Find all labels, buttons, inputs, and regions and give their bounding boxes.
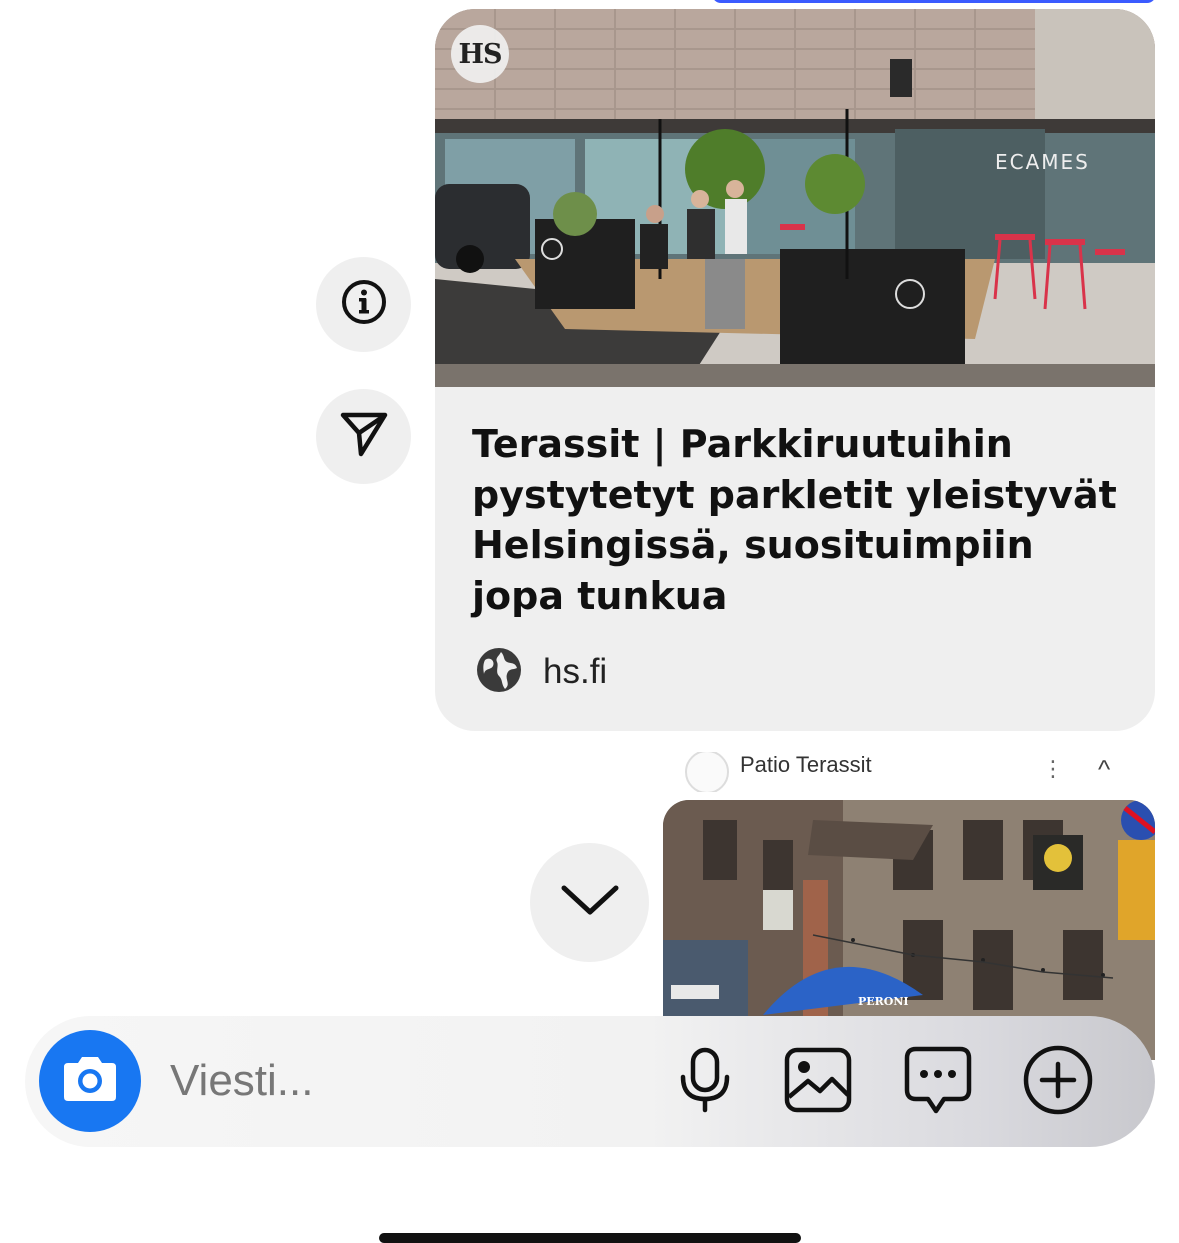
link-preview-image[interactable]: ECAMES HS	[435, 9, 1155, 387]
publisher-badge: HS	[451, 25, 509, 83]
microphone-icon	[678, 1047, 732, 1118]
message-composer	[25, 1016, 1155, 1147]
umbrella-sign: PERONI	[858, 995, 909, 1008]
info-button[interactable]	[316, 257, 411, 352]
add-button[interactable]	[1022, 1044, 1094, 1121]
scroll-to-bottom-button[interactable]	[530, 843, 649, 962]
plus-icon	[1022, 1044, 1094, 1121]
shared-post-author: Patio Terassit	[740, 752, 872, 777]
more-icon[interactable]: ⋮	[1042, 756, 1064, 782]
avatar	[685, 752, 729, 792]
send-icon	[339, 409, 389, 464]
shared-post-header[interactable]: Patio Terassit ⋮ ^	[680, 752, 1150, 792]
camera-button[interactable]	[39, 1030, 141, 1132]
message-input[interactable]	[170, 1049, 630, 1113]
top-accent-bar	[712, 0, 1156, 3]
link-preview-source[interactable]: hs.fi	[475, 647, 607, 697]
share-button[interactable]	[316, 389, 411, 484]
home-indicator[interactable]	[379, 1233, 801, 1243]
storefront-sign: ECAMES	[995, 150, 1090, 174]
chevron-up-icon[interactable]: ^	[1098, 754, 1110, 785]
voice-message-button[interactable]	[669, 1046, 741, 1118]
chevron-down-icon	[558, 880, 622, 925]
camera-icon	[60, 1053, 120, 1110]
link-preview-card[interactable]: ECAMES HS Terassit | Parkkiruutuihin pys…	[435, 9, 1155, 731]
globe-icon	[475, 646, 523, 699]
chat-bubble-icon	[904, 1046, 972, 1119]
link-preview-title[interactable]: Terassit | Parkkiruutuihin pystytetyt pa…	[472, 419, 1132, 621]
link-source-domain: hs.fi	[543, 652, 608, 691]
gallery-icon	[784, 1047, 852, 1118]
info-icon	[340, 278, 388, 331]
sticker-button[interactable]	[902, 1046, 974, 1118]
gallery-button[interactable]	[782, 1046, 854, 1118]
